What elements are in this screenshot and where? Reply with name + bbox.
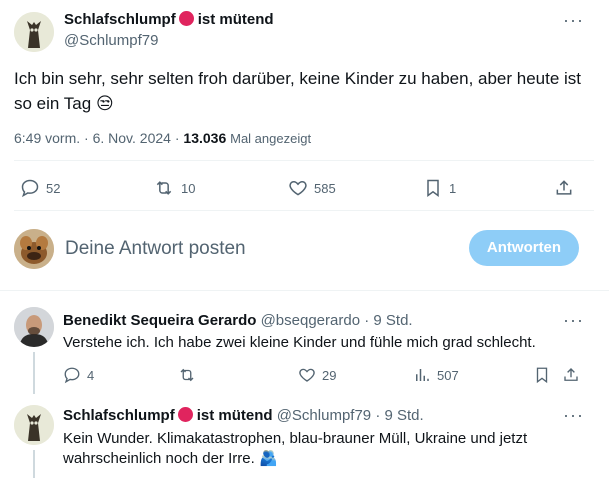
like-action[interactable]: 585 <box>288 178 336 198</box>
reply-views-action[interactable]: 507 <box>413 366 459 384</box>
more-options-icon[interactable]: ··· <box>563 311 584 329</box>
thread-line <box>33 352 35 394</box>
post-date[interactable]: 6. Nov. 2024 <box>93 130 171 146</box>
reply-views-count: 507 <box>437 367 459 383</box>
post-meta: 6:49 vorm. · 6. Nov. 2024 · 13.036 Mal a… <box>14 130 312 146</box>
my-avatar[interactable] <box>14 229 54 269</box>
reply-author-name-text: Schlafschlumpf <box>63 407 175 424</box>
reply-author-name[interactable]: Schlafschlumpf ist mütend <box>63 407 273 424</box>
bookmark-icon <box>427 179 439 197</box>
reply-submit-button[interactable]: Antworten <box>469 230 579 266</box>
reply-text: Kein Wunder. Klimakatastrophen, blau-bra… <box>63 429 563 469</box>
reply-like-count: 29 <box>322 367 337 383</box>
reply-reply-count: 4 <box>87 367 95 383</box>
reply-author-handle[interactable]: @Schlumpf79 <box>277 407 371 424</box>
reply-icon <box>21 179 39 198</box>
reply-author-avatar[interactable] <box>14 307 54 347</box>
divider <box>14 210 594 211</box>
analytics-icon <box>416 369 429 381</box>
reply-repost-action[interactable] <box>177 366 203 384</box>
author-name-suffix: ist mütend <box>197 11 274 28</box>
reply-author-name-suffix: ist mütend <box>196 407 273 424</box>
reply-text: Verstehe ich. Ich habe zwei kleine Kinde… <box>63 334 536 351</box>
reply-time[interactable]: 9 Std. <box>385 407 424 424</box>
reply-text-body: Kein Wunder. Klimakatastrophen, blau-bra… <box>63 430 528 467</box>
bookmark-action[interactable]: 1 <box>423 178 456 198</box>
repost-count: 10 <box>181 180 196 196</box>
reply-author-handle[interactable]: @bseqgerardo <box>261 312 360 329</box>
hug-emoji: 🫂 <box>258 450 278 467</box>
reply-action[interactable]: 52 <box>20 178 60 198</box>
thread-line <box>33 450 35 478</box>
reply-input[interactable]: Deine Antwort posten <box>65 238 246 260</box>
reply-header: Schlafschlumpf ist mütend @Schlumpf79 · 9… <box>63 407 424 424</box>
author-handle[interactable]: @Schlumpf79 <box>64 32 158 49</box>
reply-bookmark-action[interactable] <box>533 366 557 384</box>
reply-icon <box>64 367 80 384</box>
post-time[interactable]: 6:49 vorm. <box>14 130 80 146</box>
like-count: 585 <box>314 180 336 196</box>
repost-icon <box>180 368 194 382</box>
repost-action[interactable]: 10 <box>153 178 195 198</box>
author-name[interactable]: Schlafschlumpf ist mütend <box>64 11 274 28</box>
reply-count: 52 <box>46 180 61 196</box>
views-label: Mal angezeigt <box>230 131 312 146</box>
bookmark-count: 1 <box>449 180 457 196</box>
reply-reply-action[interactable]: 4 <box>63 366 94 384</box>
reply-like-action[interactable]: 29 <box>298 366 336 384</box>
heart-icon <box>299 368 315 382</box>
reply-time[interactable]: 9 Std. <box>373 312 412 329</box>
status-dot-icon <box>178 11 194 26</box>
reply-share-action[interactable] <box>562 366 586 384</box>
author-name-text: Schlafschlumpf <box>64 11 176 28</box>
unamused-emoji: 😒 <box>95 94 114 113</box>
more-options-icon[interactable]: ··· <box>563 406 584 424</box>
share-action[interactable] <box>554 178 580 198</box>
divider <box>14 160 594 161</box>
more-options-icon[interactable]: ··· <box>563 11 584 29</box>
reply-author-name[interactable]: Benedikt Sequeira Gerardo <box>63 312 256 329</box>
heart-icon <box>289 180 307 196</box>
divider <box>0 290 609 291</box>
status-dot-icon <box>177 407 193 422</box>
repost-icon <box>156 181 172 195</box>
reply-author-avatar[interactable] <box>14 405 54 445</box>
author-avatar[interactable] <box>14 12 54 52</box>
bookmark-icon <box>536 367 548 384</box>
share-icon <box>564 368 578 381</box>
reply-header: Benedikt Sequeira Gerardo @bseqgerardo ·… <box>63 312 413 329</box>
share-icon <box>556 180 572 195</box>
post-text: Ich bin sehr, sehr selten froh darüber, … <box>14 66 584 116</box>
views-count: 13.036 <box>183 130 227 146</box>
